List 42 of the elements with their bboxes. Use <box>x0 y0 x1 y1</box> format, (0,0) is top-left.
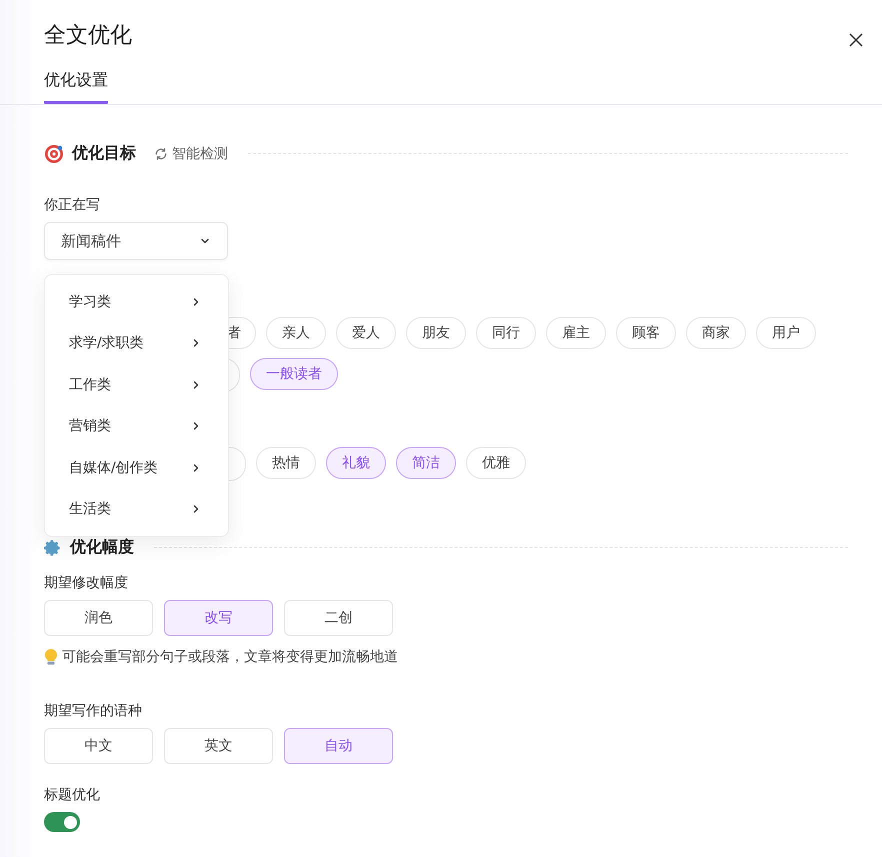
section-title: 优化目标 <box>72 143 136 164</box>
option-button[interactable]: 润色 <box>44 600 153 636</box>
tab[interactable]: 优化设置 <box>44 70 108 104</box>
lightbulb-icon <box>44 648 58 666</box>
gear-icon <box>44 538 62 556</box>
smart-detect-button[interactable]: 智能检测 <box>154 144 228 162</box>
hint-text: 可能会重写部分句子或段落，文章将变得更加流畅地道 <box>62 648 398 666</box>
menu-item[interactable]: 营销类 <box>45 406 228 447</box>
tag-chip[interactable]: 简洁 <box>396 447 456 479</box>
tag-chip[interactable]: 商家 <box>686 317 746 349</box>
field-label: 期望修改幅度 <box>44 574 129 592</box>
section-title: 优化幅度 <box>70 537 134 558</box>
tag-chip[interactable]: 雇主 <box>546 317 606 349</box>
tag-chip[interactable]: 优雅 <box>466 447 526 479</box>
toggle-switch[interactable] <box>44 812 80 832</box>
tag-chip[interactable]: 亲人 <box>266 317 326 349</box>
tag-chip[interactable]: 朋友 <box>406 317 466 349</box>
tag-chip[interactable]: 一般读者 <box>250 358 338 390</box>
option-button[interactable]: 改写 <box>164 600 273 636</box>
tag-chip[interactable]: 顾客 <box>616 317 676 349</box>
close-icon <box>849 33 863 47</box>
tag-chip[interactable]: 同行 <box>476 317 536 349</box>
tag-chip[interactable]: 热情 <box>256 447 316 479</box>
menu-item[interactable]: 自媒体/创作类 <box>45 447 228 488</box>
tag-chip[interactable]: 礼貌 <box>326 447 386 479</box>
tag-chip[interactable]: 用户 <box>756 317 816 349</box>
menu-item[interactable]: 工作类 <box>45 364 228 406</box>
tag-chip[interactable]: 爱人 <box>336 317 396 349</box>
option-button[interactable]: 自动 <box>284 728 393 764</box>
target-icon <box>44 144 64 164</box>
menu-item[interactable]: 求学/求职类 <box>45 322 228 364</box>
refresh-icon <box>154 146 168 160</box>
menu-item[interactable]: 生活类 <box>45 488 228 530</box>
field-label: 你正在写 <box>44 196 101 214</box>
writing-type-select[interactable]: 新闻稿件 <box>44 222 228 260</box>
option-button[interactable]: 二创 <box>284 600 393 636</box>
option-button[interactable]: 英文 <box>164 728 273 764</box>
field-label: 期望写作的语种 <box>44 702 143 720</box>
field-label: 标题优化 <box>44 786 101 804</box>
option-button[interactable]: 中文 <box>44 728 153 764</box>
menu-item[interactable]: 学习类 <box>45 281 228 322</box>
dialog-title: 全文优化 <box>44 22 132 50</box>
